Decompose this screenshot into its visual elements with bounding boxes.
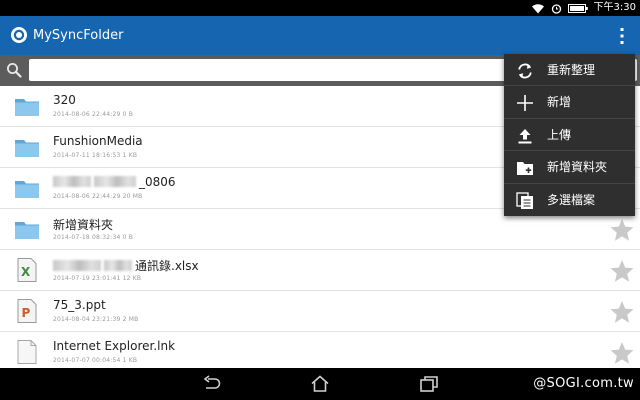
folder-icon [15,99,39,116]
upload-icon [518,128,532,144]
menu-item-label: 多選檔案 [547,192,596,207]
folder-icon [15,140,39,157]
app-logo-icon [11,27,27,43]
file-name-suffix: 通訊錄.xlsx [135,259,199,273]
file-name-obscured: 通訊錄.xlsx [53,257,199,274]
file-meta: 2014-07-07 00:04:54 1 KB [53,357,138,364]
battery-icon [567,3,588,13]
file-name: Internet Explorer.lnk [53,339,176,353]
new-folder-icon [517,162,533,176]
file-meta: 2014-08-06 22:44:29 0 B [53,111,134,118]
app-title: MySyncFolder [33,28,124,43]
multi-select-icon [516,191,533,209]
svg-text:P: P [22,306,31,320]
home-icon[interactable] [309,374,331,394]
svg-text:X: X [21,265,31,279]
folder-icon [15,222,39,239]
menu-item-label: 新增 [547,95,572,110]
redacted-text [104,260,132,271]
refresh-icon [518,63,532,79]
ppt-file-icon: P [17,299,37,323]
overflow-menu-icon[interactable] [618,26,626,46]
file-name: FunshionMedia [53,134,143,148]
file-meta: 2014-08-06 22:44:29 20 MB [53,193,143,200]
menu-item-label: 上傳 [547,127,572,142]
menu-item-add[interactable]: 新增 [504,86,635,119]
redacted-text [53,176,91,187]
file-meta: 2014-07-19 23:01:41 12 KB [53,275,142,282]
folder-icon [15,181,39,198]
menu-item-label: 新增資料夾 [547,160,608,175]
star-icon[interactable] [609,258,635,284]
file-name: 320 [53,93,76,107]
file-meta: 2014-08-04 23:21:39 2 MB [53,316,139,323]
file-meta: 2014-07-18 08:32:34 0 B [53,234,134,241]
file-row[interactable]: X 通訊錄.xlsx 2014-07-19 23:01:41 12 KB [0,250,640,291]
file-row[interactable]: Internet Explorer.lnk 2014-07-07 00:04:5… [0,332,640,368]
excel-file-icon: X [17,258,37,282]
overflow-menu: 重新整理 新增 上傳 新增資料夾 多選檔案 [504,54,635,216]
redacted-text [94,176,136,187]
star-icon[interactable] [609,340,635,366]
menu-item-label: 重新整理 [547,63,596,77]
file-name: 75_3.ppt [53,298,106,312]
menu-item-refresh[interactable]: 重新整理 [504,54,635,87]
recent-apps-icon[interactable] [418,374,440,394]
file-name: 新增資料夾 [53,218,114,232]
plus-icon [517,95,533,112]
back-icon[interactable] [200,374,222,394]
status-bar: 下午3:30 [0,0,640,16]
file-row[interactable]: P 75_3.ppt 2014-08-04 23:21:39 2 MB [0,291,640,332]
file-name-obscured: _0806 [53,175,176,189]
file-name-suffix: _0806 [139,175,176,189]
app-bar: MySyncFolder [0,16,640,55]
watermark: @SOGI.com.tw [533,376,634,391]
status-icons: 下午3:30 [531,1,636,15]
generic-file-icon [17,340,37,364]
star-icon[interactable] [609,299,635,325]
file-meta: 2014-07-11 18:16:53 1 KB [53,152,138,159]
menu-item-multi-select[interactable]: 多選檔案 [504,184,635,216]
alarm-icon [551,3,561,14]
status-time: 下午3:30 [593,2,636,13]
wifi-icon [531,3,544,13]
redacted-text [53,260,101,271]
search-icon[interactable] [6,62,22,78]
star-icon[interactable] [609,217,635,243]
menu-item-upload[interactable]: 上傳 [504,119,635,152]
menu-item-new-folder[interactable]: 新增資料夾 [504,151,635,184]
